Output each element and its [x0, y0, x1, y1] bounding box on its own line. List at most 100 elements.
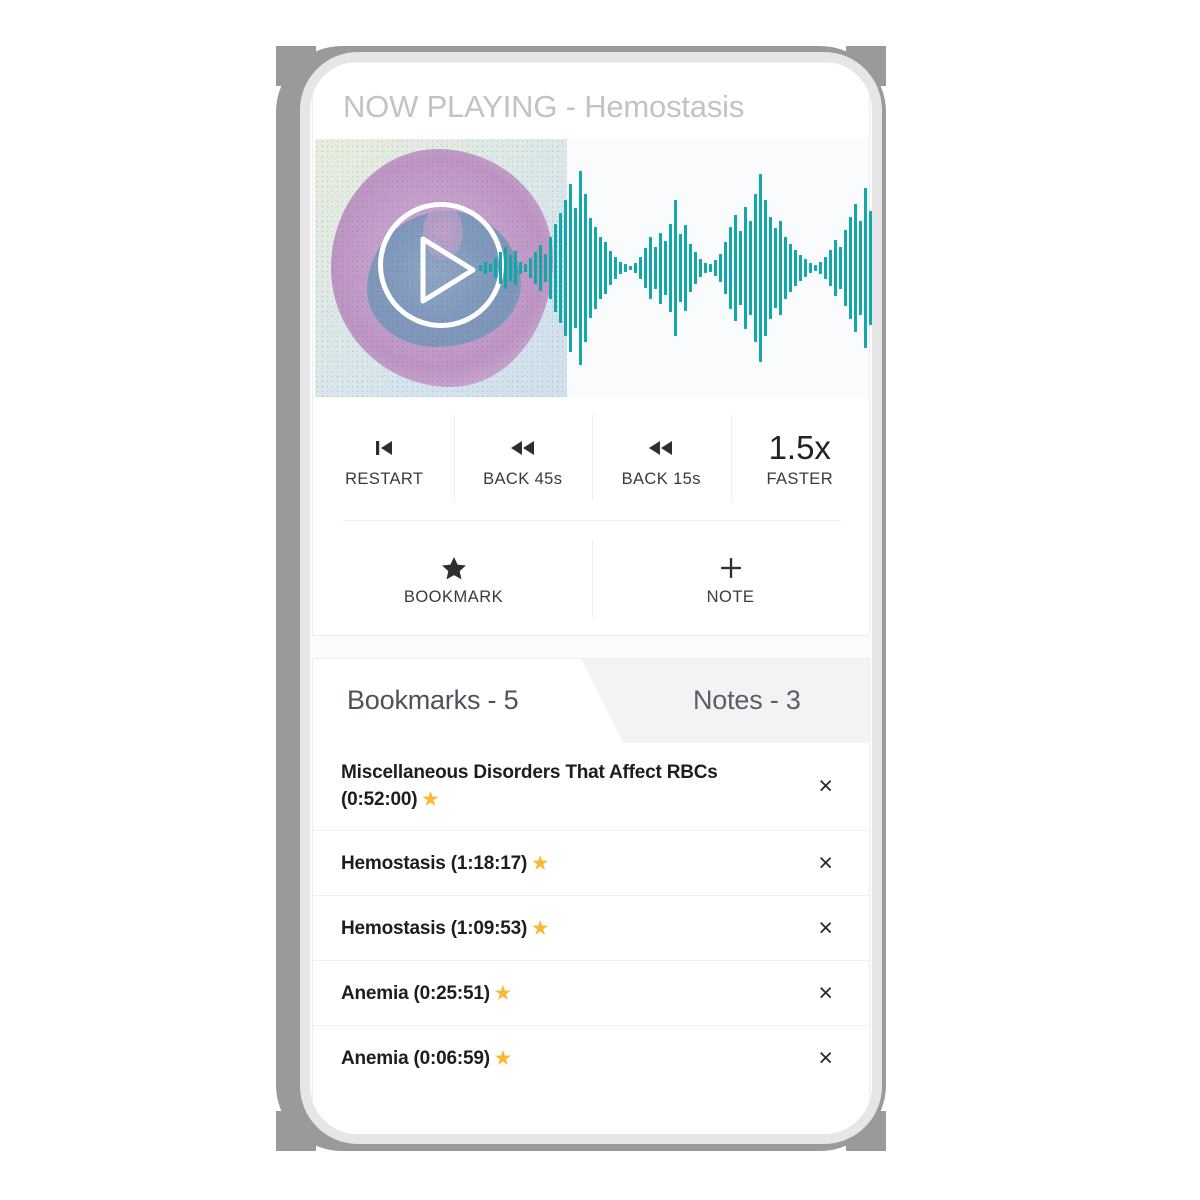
- waveform-bar: [819, 261, 822, 275]
- waveform-bar: [634, 263, 637, 273]
- waveform-bar: [839, 246, 842, 290]
- waveform-bar: [799, 255, 802, 281]
- skip-to-start-icon: [371, 428, 397, 468]
- waveform-bar: [834, 239, 837, 297]
- rewind-icon: [646, 428, 676, 468]
- waveform-bar: [749, 221, 752, 315]
- speed-text: 1.5x: [768, 428, 831, 466]
- tab-notes[interactable]: Notes - 3: [693, 685, 801, 716]
- transport-controls: RESTART BACK 45s BACK 15s 1.5x FASTER: [315, 397, 869, 519]
- waveform-bar: [734, 215, 737, 321]
- audio-waveform[interactable]: [479, 139, 872, 397]
- tab-bar: Bookmarks - 5 Notes - 3: [313, 659, 869, 743]
- waveform-bar: [494, 258, 497, 278]
- star-icon: ★: [494, 982, 511, 1003]
- star-icon: ★: [494, 1048, 511, 1068]
- bookmark-row[interactable]: Hemostasis (1:09:53) ★ ×: [313, 896, 869, 961]
- waveform-bar: [669, 223, 672, 313]
- waveform-bar: [514, 250, 517, 286]
- page-title: NOW PLAYING - Hemostasis: [343, 89, 745, 124]
- waveform-bar: [704, 263, 707, 273]
- waveform-bar: [724, 242, 727, 294]
- waveform-bar: [519, 261, 522, 275]
- waveform-bar: [809, 263, 812, 273]
- player-card: NOW PLAYING - Hemostasis RESTART BACK 45…: [312, 62, 872, 636]
- waveform-bar: [719, 253, 722, 283]
- waveform-bar: [554, 223, 557, 313]
- playback-speed-button[interactable]: 1.5x FASTER: [730, 397, 870, 519]
- waveform-bar: [684, 225, 687, 311]
- waveform-bar: [484, 261, 487, 275]
- waveform-bar: [549, 236, 552, 300]
- media-row: [315, 139, 872, 397]
- waveform-bar: [509, 255, 512, 281]
- waveform-bar: [504, 246, 507, 290]
- waveform-bar: [784, 236, 787, 300]
- waveform-bar: [869, 211, 872, 325]
- waveform-bar: [864, 188, 867, 348]
- delete-bookmark-button[interactable]: ×: [804, 845, 847, 882]
- waveform-bar: [574, 208, 577, 328]
- bookmark-row[interactable]: Anemia (0:25:51) ★ ×: [313, 961, 869, 1026]
- waveform-bar: [699, 259, 702, 277]
- waveform-bar: [744, 206, 747, 330]
- waveform-bar: [769, 216, 772, 320]
- waveform-bar: [614, 256, 617, 280]
- delete-bookmark-button[interactable]: ×: [804, 1040, 847, 1077]
- waveform-bar: [714, 260, 717, 276]
- waveform-bar: [589, 218, 592, 318]
- bookmark-row[interactable]: Hemostasis (1:18:17) ★ ×: [313, 831, 869, 896]
- back-45-label: BACK 45s: [483, 469, 563, 488]
- waveform-bar: [524, 263, 527, 273]
- waveform-bar: [824, 256, 827, 280]
- waveform-bar: [679, 233, 682, 303]
- phone-screen: NOW PLAYING - Hemostasis RESTART BACK 45…: [310, 62, 872, 1134]
- star-icon: ★: [532, 917, 549, 938]
- add-bookmark-button[interactable]: BOOKMARK: [315, 523, 592, 633]
- star-icon: [440, 549, 468, 587]
- tab-bookmarks[interactable]: Bookmarks - 5: [347, 685, 519, 716]
- note-label: NOTE: [706, 588, 755, 606]
- bookmark-row[interactable]: Miscellaneous Disorders That Affect RBCs…: [313, 743, 869, 831]
- waveform-bar: [499, 252, 502, 284]
- rewind-icon: [508, 428, 538, 468]
- waveform-bar: [754, 194, 757, 342]
- waveform-bar: [774, 228, 777, 308]
- waveform-bar: [569, 184, 572, 352]
- waveform-bar: [594, 226, 597, 310]
- waveform-bar: [729, 226, 732, 310]
- plus-icon: [717, 549, 745, 587]
- waveform-bar: [529, 258, 532, 278]
- waveform-bar: [644, 248, 647, 288]
- bookmark-label: BOOKMARK: [403, 588, 504, 606]
- waveform-bar: [759, 174, 762, 362]
- delete-bookmark-button[interactable]: ×: [804, 975, 847, 1012]
- bookmark-title: Miscellaneous Disorders That Affect RBCs…: [341, 762, 718, 810]
- restart-button[interactable]: RESTART: [315, 397, 454, 519]
- delete-bookmark-button[interactable]: ×: [804, 910, 847, 947]
- star-icon: ★: [532, 852, 549, 873]
- back-45-button[interactable]: BACK 45s: [453, 397, 593, 519]
- star-icon: ★: [422, 789, 439, 809]
- waveform-bar: [814, 265, 817, 271]
- bookmark-title: Anemia (0:25:51) ★: [341, 980, 511, 1007]
- back-15-button[interactable]: BACK 15s: [592, 397, 731, 519]
- waveform-bar: [659, 232, 662, 304]
- action-controls: BOOKMARK NOTE: [315, 523, 869, 633]
- waveform-bar: [709, 264, 712, 272]
- bookmark-row[interactable]: Anemia (0:06:59) ★ ×: [313, 1026, 869, 1091]
- waveform-bar: [694, 252, 697, 284]
- waveform-bar: [739, 231, 742, 305]
- waveform-bar: [649, 236, 652, 300]
- delete-bookmark-button[interactable]: ×: [804, 768, 847, 805]
- add-note-button[interactable]: NOTE: [592, 523, 869, 633]
- waveform-bar: [829, 249, 832, 287]
- bookmark-title: Anemia (0:06:59) ★: [341, 1045, 511, 1072]
- waveform-bar: [609, 250, 612, 286]
- waveform-bar: [604, 242, 607, 294]
- bookmark-title: Hemostasis (1:18:17) ★: [341, 850, 548, 877]
- waveform-bar: [764, 199, 767, 337]
- waveform-bar: [534, 252, 537, 284]
- restart-label: RESTART: [345, 469, 424, 488]
- speed-value: 1.5x: [769, 428, 831, 468]
